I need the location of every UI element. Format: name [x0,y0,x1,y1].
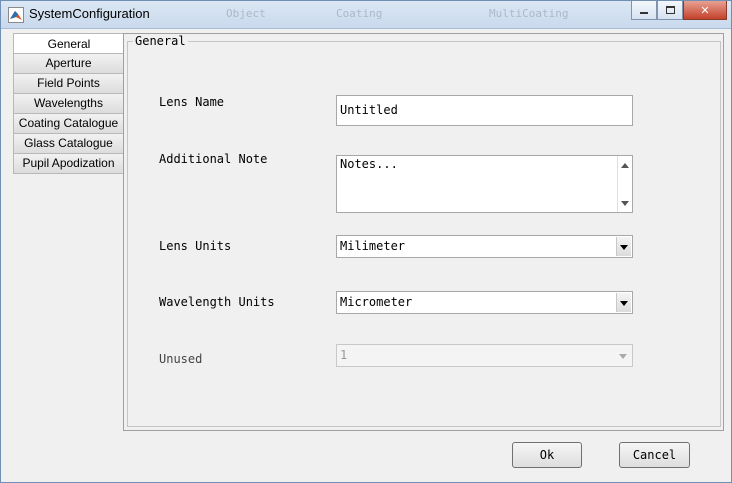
tab-general[interactable]: General [13,33,124,54]
close-button[interactable]: ✕ [683,1,727,20]
background-window-text: Object [226,7,266,20]
lens-units-label: Lens Units [159,239,232,253]
scroll-up-icon[interactable] [621,163,629,168]
tab-glass-catalogue[interactable]: Glass Catalogue [13,134,124,154]
scroll-down-icon[interactable] [621,201,629,206]
lens-units-select[interactable]: Milimeter [336,235,633,258]
category-tabs: General Aperture Field Points Wavelength… [13,33,124,174]
window-title: SystemConfiguration [29,6,150,21]
minimize-icon [640,12,648,14]
chevron-down-icon [620,301,628,306]
tab-coating-catalogue[interactable]: Coating Catalogue [13,114,124,134]
lens-name-label: Lens Name [159,95,225,109]
maximize-button[interactable] [657,1,683,20]
system-configuration-window: Object Coating MultiCoating SystemConfig… [0,0,732,483]
title-bar[interactable]: Object Coating MultiCoating SystemConfig… [1,1,731,29]
tab-wavelengths[interactable]: Wavelengths [13,94,124,114]
background-window-text: MultiCoating [489,7,569,20]
note-scrollbar[interactable] [617,156,632,212]
unused-label: Unused [159,352,203,366]
close-icon: ✕ [700,3,710,17]
additional-note-text: Notes... [340,157,398,171]
window-controls: ✕ [631,1,727,21]
lens-name-input[interactable]: Untitled [336,95,633,126]
tab-field-points[interactable]: Field Points [13,74,124,94]
tab-pupil-apodization[interactable]: Pupil Apodization [13,154,124,174]
wavelength-units-select[interactable]: Micrometer [336,291,633,314]
unused-select: 1 [336,344,633,367]
dropdown-button [616,346,631,365]
group-title: General [133,34,188,48]
dropdown-button[interactable] [616,237,631,256]
wavelength-units-value: Micrometer [340,295,413,309]
dropdown-button[interactable] [616,293,631,312]
minimize-button[interactable] [631,1,657,20]
unused-value: 1 [340,348,348,362]
cancel-button[interactable]: Cancel [619,442,690,468]
background-window-text: Coating [336,7,383,20]
lens-units-value: Milimeter [340,239,406,253]
additional-note-textarea[interactable]: Notes... [336,155,633,213]
chevron-down-icon [620,245,628,250]
tab-aperture[interactable]: Aperture [13,54,124,74]
maximize-icon [665,6,675,14]
wavelength-units-label: Wavelength Units [159,295,275,309]
ok-button[interactable]: Ok [512,442,582,468]
chevron-down-icon [619,354,627,359]
matlab-icon [8,7,24,23]
additional-note-label: Additional Note [159,152,268,166]
